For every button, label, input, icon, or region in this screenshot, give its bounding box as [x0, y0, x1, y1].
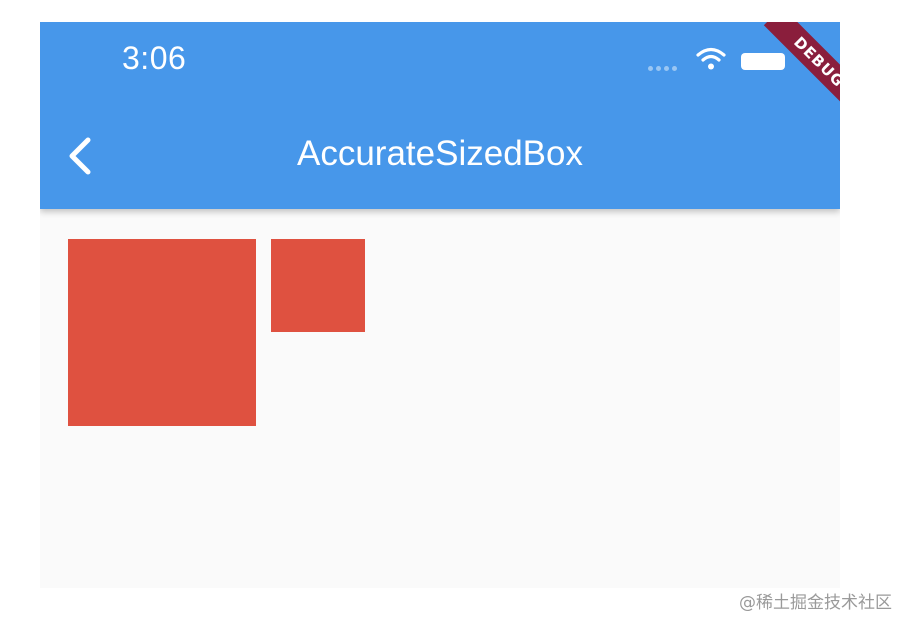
- large-red-box: [68, 239, 256, 426]
- status-time: 3:06: [122, 40, 187, 76]
- small-red-box: [271, 239, 365, 332]
- app-bar: 3:06 AccurateSizedBox: [40, 22, 840, 209]
- wifi-icon: [696, 47, 726, 70]
- watermark: @稀土掘金技术社区: [739, 593, 892, 613]
- phone-screen: 3:06 AccurateSizedBox DEBUG: [40, 22, 840, 588]
- debug-banner-label: DEBUG: [763, 22, 840, 118]
- page-title: AccurateSizedBox: [297, 134, 583, 173]
- signal-icon: [648, 66, 677, 71]
- debug-banner: DEBUG: [740, 22, 840, 122]
